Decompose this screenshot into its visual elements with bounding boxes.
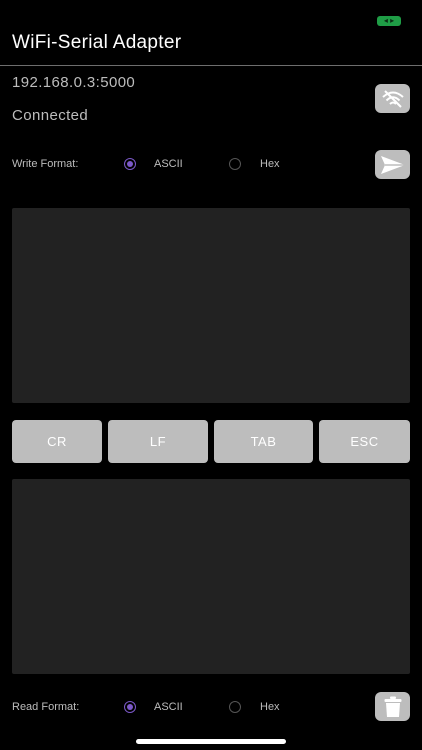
write-text-area[interactable] [12, 208, 410, 403]
send-button[interactable] [375, 150, 410, 179]
battery-icon: ◂ ▸ [377, 16, 401, 26]
write-ascii-label: ASCII [154, 158, 183, 170]
disconnect-button[interactable] [375, 84, 410, 113]
send-icon [380, 155, 405, 174]
trash-icon [384, 696, 401, 717]
clear-button[interactable] [375, 692, 410, 721]
read-hex-label: Hex [260, 701, 280, 713]
header-divider [0, 65, 422, 66]
home-indicator [136, 739, 286, 744]
read-text-area[interactable] [12, 479, 410, 674]
write-hex-radio[interactable] [229, 158, 241, 170]
write-format-label: Write Format: [12, 158, 79, 170]
read-hex-radio[interactable] [229, 701, 241, 713]
connection-status: Connected [12, 107, 89, 124]
lf-button[interactable]: LF [108, 420, 208, 463]
page-title: WiFi-Serial Adapter [12, 32, 182, 53]
read-format-label: Read Format: [12, 701, 80, 713]
write-hex-label: Hex [260, 158, 280, 170]
cr-button[interactable]: CR [12, 420, 102, 463]
esc-button[interactable]: ESC [319, 420, 410, 463]
read-ascii-radio[interactable] [124, 701, 136, 713]
read-ascii-label: ASCII [154, 701, 183, 713]
write-ascii-radio[interactable] [124, 158, 136, 170]
wifi-off-icon [381, 89, 404, 108]
connection-address: 192.168.0.3:5000 [12, 74, 136, 91]
tab-button[interactable]: TAB [214, 420, 313, 463]
